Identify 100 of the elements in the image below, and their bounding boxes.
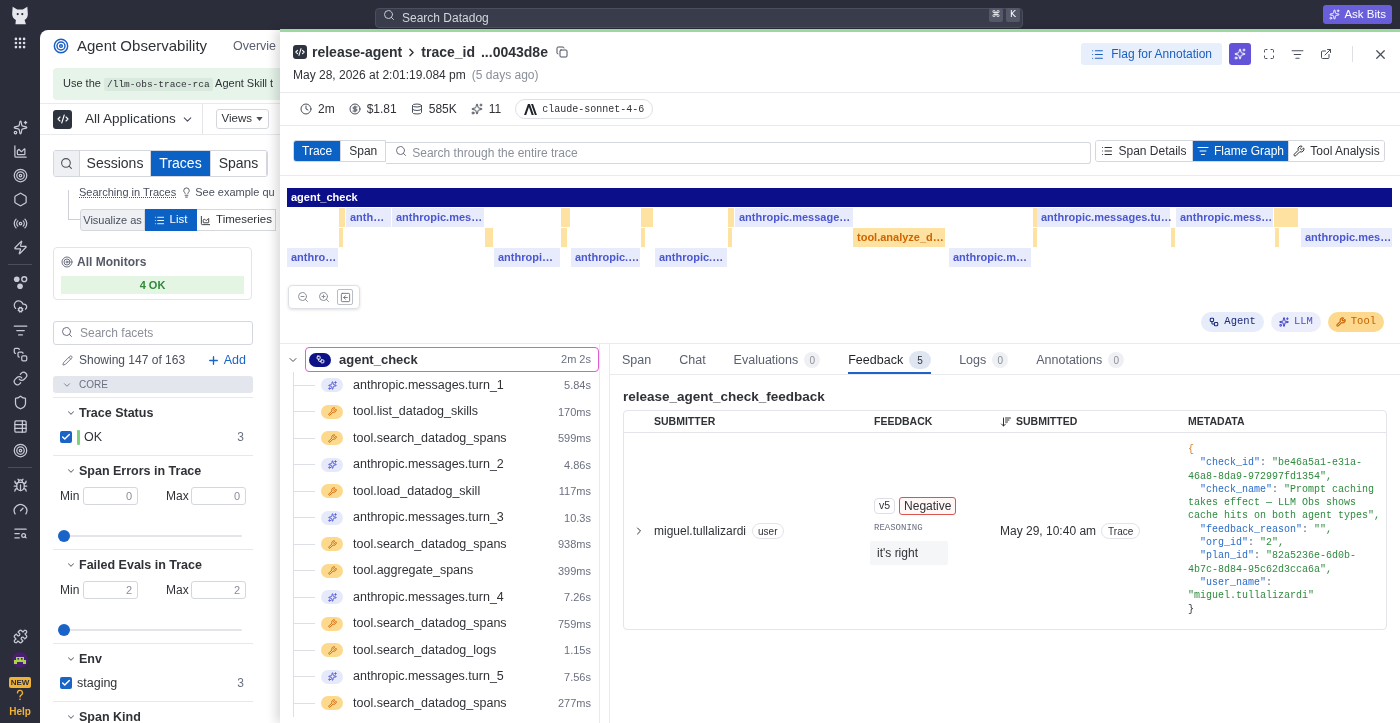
detail-tab[interactable]: Span <box>622 344 652 374</box>
span-row[interactable]: tool.search_datadog_spans 938ms <box>316 531 599 557</box>
shield-icon[interactable] <box>12 394 28 410</box>
min-input[interactable]: 2 <box>83 581 138 599</box>
application-selector[interactable]: All Applications <box>85 108 194 130</box>
checkbox[interactable] <box>60 677 72 689</box>
table-icon[interactable] <box>12 418 28 434</box>
text-search-icon[interactable] <box>12 525 28 541</box>
view-toggle[interactable]: Tool Analysis <box>1288 140 1384 161</box>
span-row[interactable]: agent_check 2m 2s <box>305 347 599 372</box>
flame-span[interactable]: anthropic.… <box>571 248 640 267</box>
trace-search-field[interactable]: Search through the entire trace <box>386 141 1091 164</box>
column-header[interactable]: FEEDBACK <box>874 413 933 430</box>
puzzle-icon[interactable] <box>12 628 28 644</box>
facet-header[interactable]: Trace Status <box>66 405 154 420</box>
hexagon-icon[interactable] <box>12 191 28 207</box>
filter-icon[interactable] <box>1291 47 1304 61</box>
views-button[interactable]: Views <box>215 109 269 129</box>
scope-tab[interactable]: Trace <box>294 140 341 161</box>
gauge-icon[interactable] <box>12 501 28 517</box>
avatar-icon[interactable] <box>12 652 28 668</box>
range-slider[interactable] <box>58 624 242 636</box>
circles-icon[interactable] <box>12 274 28 290</box>
span-row[interactable]: anthropic.messages.turn_2 4.86s <box>316 452 599 478</box>
group-header[interactable]: CORE <box>53 376 253 393</box>
ask-bits-button[interactable]: Ask Bits <box>1323 5 1392 24</box>
flag-annotation-button[interactable]: Flag for Annotation <box>1081 43 1222 65</box>
max-input[interactable]: 2 <box>191 581 246 599</box>
slider-thumb[interactable] <box>58 530 70 542</box>
link-icon[interactable] <box>12 370 28 386</box>
copy-icon[interactable] <box>555 46 568 58</box>
flame-span[interactable]: anthropic.mes… <box>392 208 484 227</box>
detail-tab[interactable]: Feedback 5 <box>848 344 932 374</box>
detail-tab[interactable]: Evaluations 0 <box>733 344 821 374</box>
fit-view-button[interactable] <box>337 289 354 305</box>
filter-icon[interactable] <box>12 322 28 338</box>
zoom-in-button[interactable] <box>316 289 332 305</box>
stacked-squares-icon[interactable] <box>12 346 28 362</box>
span-row[interactable]: tool.search_datadog_spans 599ms <box>316 425 599 451</box>
span-row[interactable]: tool.load_datadog_skill 117ms <box>316 478 599 504</box>
min-input[interactable]: 0 <box>83 487 138 505</box>
max-input[interactable]: 0 <box>191 487 246 505</box>
flame-span[interactable]: anth… <box>346 208 391 227</box>
facet-header[interactable]: Failed Evals in Trace <box>66 557 202 572</box>
nav-tab[interactable]: Overvie <box>233 36 277 56</box>
search-button[interactable] <box>54 151 80 176</box>
facet-header[interactable]: Span Errors in Trace <box>66 463 202 478</box>
lightning-icon[interactable] <box>12 239 28 255</box>
external-link-icon[interactable] <box>1320 48 1332 60</box>
detail-tab[interactable]: Logs 0 <box>959 344 1009 374</box>
span-row[interactable]: anthropic.messages.turn_1 5.84s <box>316 372 599 398</box>
span-row[interactable]: tool.search_datadog_spans 759ms <box>316 611 599 637</box>
visualize-option[interactable]: List <box>145 209 197 231</box>
column-header[interactable]: SUBMITTER <box>654 413 716 430</box>
target-icon[interactable] <box>12 167 28 183</box>
flame-span[interactable]: anthro… <box>287 248 338 267</box>
examples-link[interactable]: See example qu <box>195 183 275 201</box>
grid-icon[interactable] <box>13 36 27 50</box>
span-row[interactable]: anthropic.messages.turn_3 10.3s <box>316 505 599 531</box>
view-toggle[interactable]: Flame Graph <box>1192 140 1288 161</box>
span-row[interactable]: tool.aggregate_spans 399ms <box>316 558 599 584</box>
flame-span[interactable]: anthropic.mess… <box>1176 208 1273 227</box>
sparkle-button[interactable] <box>1229 43 1251 65</box>
question-icon[interactable] <box>15 689 25 701</box>
range-slider[interactable] <box>58 530 242 542</box>
span-row[interactable]: tool.list_datadog_skills 170ms <box>316 399 599 425</box>
app-name[interactable]: release-agent <box>312 41 403 63</box>
span-row[interactable]: anthropic.messages.turn_4 7.26s <box>316 584 599 610</box>
checkbox[interactable] <box>60 431 72 443</box>
span-row[interactable]: tool.search_datadog_logs 1.15s <box>316 637 599 663</box>
search-icon <box>60 157 73 170</box>
search-scope-link[interactable]: Searching in Traces <box>79 183 177 201</box>
flame-span[interactable]: anthropic.message… <box>735 208 853 227</box>
span-row[interactable]: tool.search_datadog_spans 277ms <box>316 690 599 716</box>
expand-icon[interactable] <box>1263 48 1275 60</box>
bug-icon[interactable] <box>12 477 28 493</box>
cloud-icon[interactable] <box>12 298 28 314</box>
sparkle-icon[interactable] <box>12 119 28 135</box>
search-tab[interactable]: Traces <box>151 151 211 176</box>
detail-tab[interactable]: Annotations 0 <box>1036 344 1125 374</box>
facet-header[interactable]: Span Kind <box>66 709 141 723</box>
facet-search-field[interactable]: Search facets <box>53 321 253 345</box>
target-icon[interactable] <box>12 442 28 458</box>
flame-span[interactable]: anthropic.mes… <box>1301 228 1392 247</box>
flame-span[interactable]: anthropic.messages.tu… <box>1037 208 1170 227</box>
column-header[interactable]: METADATA <box>1188 413 1245 430</box>
facet-header[interactable]: Env <box>66 651 102 666</box>
help-link[interactable]: Help <box>9 705 31 718</box>
area-chart-icon[interactable] <box>12 143 28 159</box>
visualize-option[interactable]: Timeseries <box>197 209 276 231</box>
slider-thumb[interactable] <box>58 624 70 636</box>
column-header[interactable]: SUBMITTED <box>1000 413 1078 430</box>
flame-span[interactable]: anthropic.… <box>655 248 727 267</box>
flame-span[interactable]: agent_check <box>287 188 1392 207</box>
detail-tab[interactable]: Chat <box>679 344 706 374</box>
span-row[interactable]: anthropic.messages.turn_5 7.56s <box>316 664 599 690</box>
add-facet-button[interactable]: Add <box>206 350 246 370</box>
animal-head-icon[interactable] <box>9 4 31 26</box>
flame-span[interactable]: anthropic.m… <box>949 248 1031 267</box>
flame-span[interactable]: anthropi… <box>494 248 560 267</box>
